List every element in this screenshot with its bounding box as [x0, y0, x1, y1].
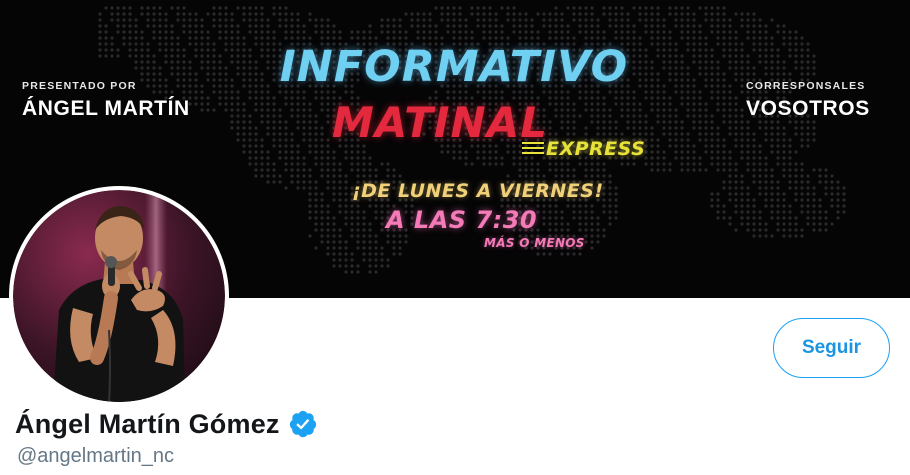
- banner-time: A LAS 7:30: [386, 206, 538, 234]
- banner-title-line1: INFORMATIVO: [279, 42, 629, 92]
- profile-name-row: Ángel Martín Gómez: [15, 404, 318, 444]
- banner-time-note: MÁS O MENOS: [484, 236, 585, 250]
- banner-title-tag-text: EXPRESS: [546, 138, 646, 160]
- display-name: Ángel Martín Gómez: [15, 408, 280, 439]
- banner-title-line2: MATINAL: [332, 98, 548, 147]
- presenter-name: ÁNGEL MARTÍN: [22, 97, 190, 120]
- follow-button[interactable]: Seguir: [773, 318, 890, 378]
- avatar[interactable]: [9, 186, 229, 406]
- handle: @angelmartin_nc: [17, 445, 175, 467]
- correspondents-label: CORRESPONSALES: [746, 80, 866, 92]
- verified-badge-icon: [288, 409, 318, 439]
- avatar-photo: [13, 190, 225, 402]
- correspondents-name: VOSOTROS: [746, 97, 870, 120]
- banner-title-tag: EXPRESS: [520, 138, 645, 160]
- banner-days: ¡DE LUNES A VIERNES!: [352, 180, 604, 202]
- presenter-label: PRESENTADO POR: [22, 80, 137, 92]
